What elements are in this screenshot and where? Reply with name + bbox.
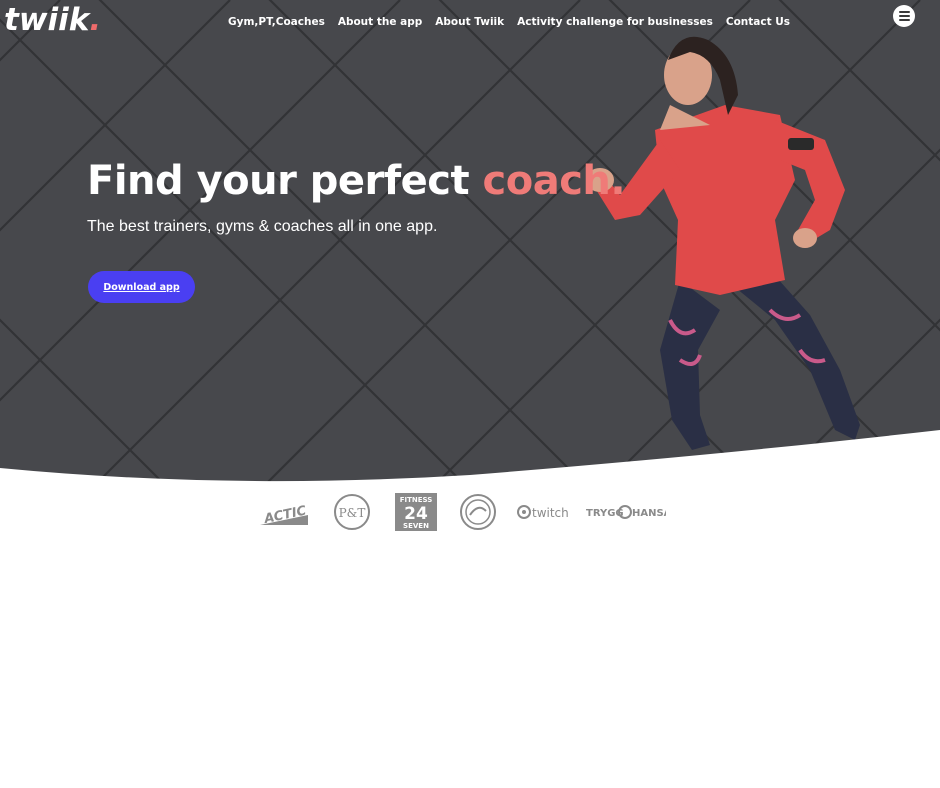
pt-logo: P&T: [332, 492, 372, 532]
nav-about-twiik[interactable]: About Twiik: [435, 16, 504, 28]
svg-text:P&T: P&T: [339, 506, 366, 520]
svg-text:FITNESS: FITNESS: [400, 496, 433, 504]
svg-text:TRYGG: TRYGG: [586, 508, 624, 519]
logo-dot: .: [89, 2, 102, 38]
twitch-logo: twitch: [516, 492, 570, 532]
actic-logo: ACTIC: [258, 492, 310, 532]
runner-image: [586, 36, 860, 450]
svg-text:24: 24: [404, 504, 428, 524]
nav-gym-pt-coaches[interactable]: Gym,PT,Coaches: [228, 16, 325, 28]
svg-text:twitch: twitch: [532, 506, 569, 520]
nav-activity-challenge[interactable]: Activity challenge for businesses: [517, 16, 713, 28]
headline-accent: coach.: [482, 158, 626, 204]
hero-subheadline: The best trainers, gyms & coaches all in…: [87, 218, 438, 235]
hero-curve: [0, 430, 940, 490]
nav-contact-us[interactable]: Contact Us: [726, 16, 790, 28]
download-app-button[interactable]: Download app: [88, 271, 195, 303]
round-seal-logo: [458, 492, 498, 532]
logo-text: twiik: [4, 2, 90, 38]
hero-headline: Find your perfect coach.: [87, 158, 626, 204]
headline-main: Find your perfect: [87, 158, 483, 204]
hamburger-menu-icon[interactable]: [893, 5, 915, 27]
nav-about-the-app[interactable]: About the app: [338, 16, 422, 28]
main-nav: Gym,PT,Coaches About the app About Twiik…: [228, 16, 790, 28]
fitness24seven-logo: FITNESS 24 SEVEN: [394, 492, 438, 532]
partner-logos: ACTIC P&T FITNESS 24 SEVEN twitch TRYGG …: [258, 492, 678, 532]
trygg-hansa-logo: TRYGG HANSA: [586, 492, 666, 532]
twiik-logo[interactable]: twiik.: [4, 2, 101, 38]
hero-section: [0, 0, 940, 490]
svg-text:HANSA: HANSA: [632, 508, 666, 519]
svg-text:SEVEN: SEVEN: [403, 522, 429, 530]
